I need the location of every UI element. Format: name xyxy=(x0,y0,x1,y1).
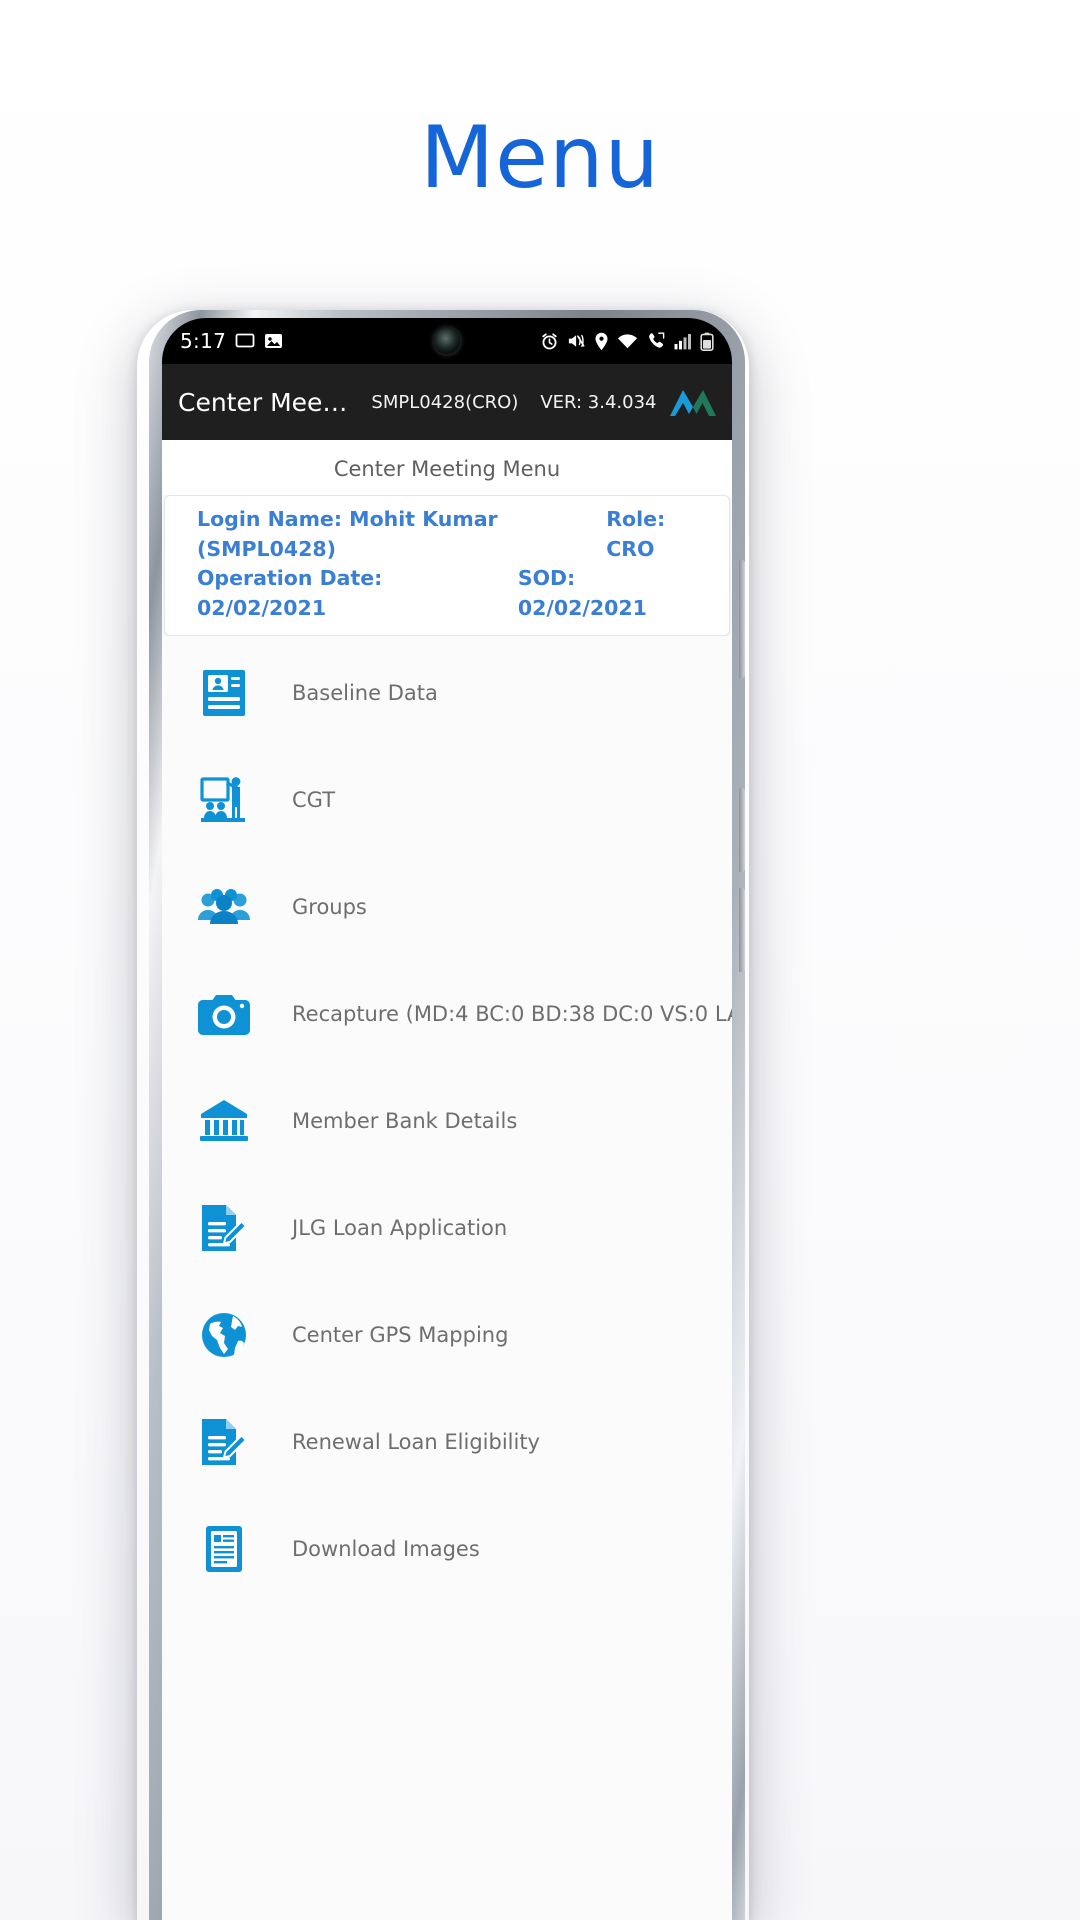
operation-date-text: Operation Date: 02/02/2021 xyxy=(197,566,383,621)
battery-icon xyxy=(700,332,714,351)
menu-item-label: Member Bank Details xyxy=(292,1109,518,1134)
status-bar: 5:17 xyxy=(162,318,732,364)
bank-icon xyxy=(198,1095,250,1147)
menu-item-label: Download Images xyxy=(292,1537,480,1562)
mute-vibrate-icon xyxy=(567,332,586,350)
app-bar-user: SMPL0428(CRO) xyxy=(371,391,519,413)
screen-subtitle: Center Meeting Menu xyxy=(162,440,732,495)
menu-item-label: Groups xyxy=(292,895,367,920)
menu-item-member-bank-details[interactable]: Member Bank Details xyxy=(162,1068,732,1175)
phone-screen: 5:17 Center Mee… SMPL0428(CRO) VER: 3.4.… xyxy=(162,318,732,1920)
app-bar-version: VER: 3.4.034 xyxy=(540,391,657,413)
id-card-icon xyxy=(198,667,250,719)
status-bar-left: 5:17 xyxy=(180,329,283,353)
info-row: Login Name: Mohit Kumar (SMPL0428) Role:… xyxy=(179,505,715,564)
training-presentation-icon xyxy=(198,774,250,826)
missed-call-icon xyxy=(646,332,666,350)
status-time: 5:17 xyxy=(180,329,227,353)
phone-side-button-extra[interactable] xyxy=(739,888,745,972)
menu-item-label: Baseline Data xyxy=(292,681,438,706)
login-name-text: Login Name: Mohit Kumar (SMPL0428) xyxy=(197,507,498,561)
phone-side-button-volume[interactable] xyxy=(739,560,745,678)
m-logo-icon[interactable] xyxy=(668,385,718,419)
image-icon xyxy=(264,332,283,350)
screen-cast-icon xyxy=(235,332,255,350)
menu-item-groups[interactable]: Groups xyxy=(162,854,732,961)
wifi-icon xyxy=(617,333,638,350)
session-info-card: Login Name: Mohit Kumar (SMPL0428) Role:… xyxy=(164,495,730,636)
menu-item-center-gps-mapping[interactable]: Center GPS Mapping xyxy=(162,1282,732,1389)
page-title: Menu xyxy=(419,108,661,208)
phone-body: 5:17 Center Mee… SMPL0428(CRO) VER: 3.4.… xyxy=(149,310,745,1920)
groups-people-icon xyxy=(198,881,250,933)
info-row: Operation Date: 02/02/2021 SOD: 02/02/20… xyxy=(179,564,715,623)
menu-item-label: CGT xyxy=(292,788,336,813)
globe-icon xyxy=(198,1309,250,1361)
document-list-icon xyxy=(198,1523,250,1575)
app-bar: Center Mee… SMPL0428(CRO) VER: 3.4.034 xyxy=(162,364,732,440)
menu-list: Baseline Data CGT Groups Recapture (MD:4… xyxy=(162,635,732,1603)
menu-item-baseline-data[interactable]: Baseline Data xyxy=(162,640,732,747)
location-icon xyxy=(594,332,609,351)
document-edit-icon xyxy=(198,1202,250,1254)
phone-screen-bezel: 5:17 Center Mee… SMPL0428(CRO) VER: 3.4.… xyxy=(162,318,732,1920)
page-root: Menu 5:17 Center Mee… SMPL0428(CRO) VER:… xyxy=(0,0,1080,1920)
menu-item-label: JLG Loan Application xyxy=(292,1216,508,1241)
phone-side-button-power[interactable] xyxy=(739,788,745,872)
document-edit-icon xyxy=(198,1416,250,1468)
app-bar-title: Center Mee… xyxy=(178,387,348,417)
screen-content: Center Meeting Menu Login Name: Mohit Ku… xyxy=(162,440,732,1920)
menu-item-label: Center GPS Mapping xyxy=(292,1323,509,1348)
alarm-icon xyxy=(540,332,559,351)
menu-item-recapture[interactable]: Recapture (MD:4 BC:0 BD:38 DC:0 VS:0 LA:… xyxy=(162,961,732,1068)
menu-item-label: Recapture (MD:4 BC:0 BD:38 DC:0 VS:0 LA:… xyxy=(292,1002,732,1027)
phone-mockup: 5:17 Center Mee… SMPL0428(CRO) VER: 3.4.… xyxy=(137,310,749,1920)
menu-item-cgt[interactable]: CGT xyxy=(162,747,732,854)
menu-item-download-images[interactable]: Download Images xyxy=(162,1496,732,1603)
camera-icon xyxy=(198,988,250,1040)
signal-icon xyxy=(674,333,692,350)
menu-item-jlg-loan-application[interactable]: JLG Loan Application xyxy=(162,1175,732,1282)
role-text: Role: CRO xyxy=(606,507,666,561)
menu-item-renewal-loan-eligibility[interactable]: Renewal Loan Eligibility xyxy=(162,1389,732,1496)
front-camera-punch-hole xyxy=(434,328,460,354)
sod-text: SOD: 02/02/2021 xyxy=(517,566,647,621)
status-bar-right xyxy=(540,332,714,351)
menu-item-label: Renewal Loan Eligibility xyxy=(292,1430,540,1455)
